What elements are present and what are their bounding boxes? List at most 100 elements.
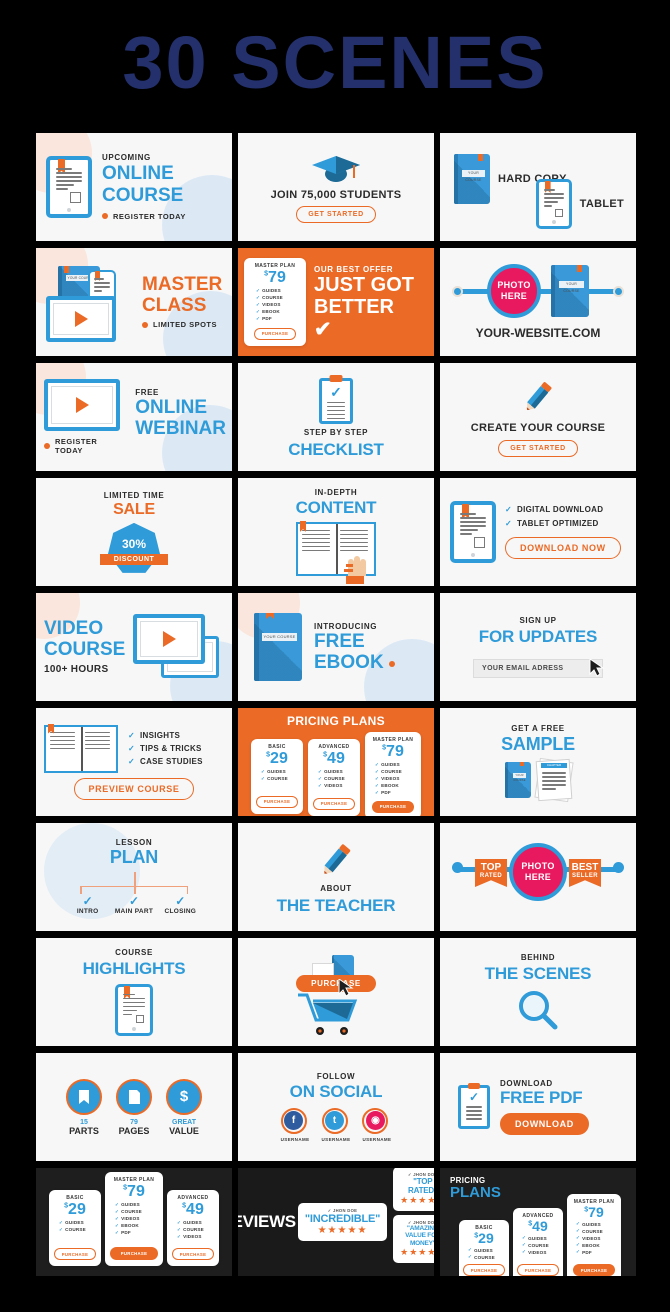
scene-sign-up-for-updates[interactable]: SIGN UP FOR UPDATES YOUR EMAIL ADRESS	[440, 593, 636, 701]
scene-get-a-free-sample[interactable]: GET A FREE SAMPLE YOUR COURSE CHAPTER	[440, 708, 636, 816]
scene-create-your-course[interactable]: CREATE YOUR COURSE GET STARTED	[440, 363, 636, 471]
scene-course-benefits[interactable]: ✓ INSIGHTS ✓ TIPS & TRICKS ✓ CASE STUDIES P…	[36, 708, 232, 816]
preview-course-button[interactable]: PREVIEW COURSE	[73, 777, 195, 800]
purchase-button[interactable]: PURCHASE	[462, 1264, 506, 1276]
social-instagram[interactable]: ◉ USERNAME	[362, 1107, 391, 1142]
scene-video-course[interactable]: VIDEO COURSE 100+ HOURS	[36, 593, 232, 701]
scene-about-the-teacher[interactable]: ABOUT THE TEACHER	[238, 823, 434, 931]
scene-reviews-dark[interactable]: REVIEWS ✓ JHON DOE "INCREDIBLE" ★★★★★ ✓ …	[238, 1168, 434, 1276]
scene-lesson-plan[interactable]: LESSON PLAN ✓ INTRO ✓ MAIN PART ✓ CLOSIN…	[36, 823, 232, 931]
scene-follow-on-social[interactable]: FOLLOW ON SOCIAL f USERNAME t USERNAME ◉…	[238, 1053, 434, 1161]
email-input[interactable]: YOUR EMAIL ADRESS	[473, 658, 603, 678]
scene-digital-download[interactable]: ✓ DIGITAL DOWNLOAD ✓ TABLET OPTIMIZED DOWN…	[440, 478, 636, 586]
title-line-1: ONLINE	[135, 396, 207, 418]
review-card-1[interactable]: ✓ JHON DOE "INCREDIBLE" ★★★★★	[297, 1203, 388, 1241]
plan-card-master[interactable]: MASTER PLAN $79 ✓ GUIDES ✓ COURSE ✓ VIDEOS …	[567, 1194, 621, 1276]
scene-hard-copy-tablet[interactable]: YOUR COURSE HARD COPY TABLET	[440, 133, 636, 241]
plan-card-basic[interactable]: BASIC $29 ✓ GUIDES ✓ COURSE PURCHASE	[459, 1220, 509, 1276]
master-plan-card[interactable]: MASTER PLAN $79 ✓ GUIDES ✓ COURSE ✓ VIDEOS …	[244, 258, 306, 346]
plan-card-advanced[interactable]: ADVANCED $49 ✓ GUIDES ✓ COURSE ✓ VIDEOS PUR…	[513, 1208, 563, 1276]
pencil-icon	[324, 843, 351, 874]
bullet-dot-icon	[102, 213, 108, 220]
scene-pricing-dark[interactable]: BASIC $29 ✓ GUIDES ✓ COURSE PURCHASE MASTE…	[36, 1168, 232, 1276]
social-facebook[interactable]: f USERNAME	[280, 1107, 310, 1142]
kicker: OUR BEST OFFER	[314, 264, 394, 274]
kicker: STEP BY STEP	[303, 427, 369, 437]
tablet-icon	[46, 156, 92, 218]
purchase-button[interactable]: PURCHASE	[371, 800, 415, 813]
scene-pricing-plans-dark[interactable]: PRICING PLANS BASIC $29 ✓ GUIDES ✓ COURSE	[440, 1168, 636, 1276]
plan-card-advanced[interactable]: ADVANCED $49 ✓ GUIDES ✓ COURSE ✓ VIDEOS PUR…	[167, 1190, 219, 1266]
scene-download-free-pdf[interactable]: ✓ DOWNLOAD FREE PDF DOWNLOAD	[440, 1053, 636, 1161]
scene-step-by-step-checklist[interactable]: ✓ STEP BY STEP CHECKLIST	[238, 363, 434, 471]
scene-limited-time-sale[interactable]: LIMITED TIME SALE 30% DISCOUNT	[36, 478, 232, 586]
purchase-button[interactable]: PURCHASE	[312, 797, 356, 810]
scene-pricing-plans-orange[interactable]: PRICING PLANS BASIC $29 ✓ GUIDES ✓ COURSE …	[238, 708, 434, 816]
plan-card-master[interactable]: MASTER PLAN $79 ✓ GUIDES ✓ COURSE ✓ VIDEOS …	[105, 1172, 163, 1266]
kicker: GET A FREE	[511, 723, 565, 733]
plan-price: $79	[264, 269, 286, 287]
review-quote: "TOP RATED"	[408, 1176, 434, 1195]
scene-behind-the-scenes[interactable]: BEHIND THE SCENES	[440, 938, 636, 1046]
feature-digital-download: ✓ DIGITAL DOWNLOAD	[505, 505, 604, 514]
pencil-icon	[526, 381, 552, 410]
title-line-1: MASTER	[142, 273, 223, 295]
scene-best-offer[interactable]: MASTER PLAN $79 ✓ GUIDES ✓ COURSE ✓ VIDEOS …	[238, 248, 434, 356]
instagram-icon[interactable]: ◉	[362, 1107, 389, 1134]
twitter-icon[interactable]: t	[321, 1107, 348, 1134]
review-card-3[interactable]: ✓ JHON DOE "AMAZING VALUE FOR MONEY" ★★★…	[393, 1214, 434, 1264]
purchase-button[interactable]: PURCHASE	[253, 327, 297, 340]
scene-free-ebook[interactable]: YOUR COURSE INTRODUCING FREE EBOOK	[238, 593, 434, 701]
stat-value: 15	[80, 1118, 88, 1126]
title-line-2: COURSE	[102, 185, 184, 206]
line-end-left-icon	[452, 862, 463, 873]
purchase-button[interactable]: PURCHASE	[255, 795, 299, 808]
facebook-icon[interactable]: f	[280, 1107, 307, 1134]
scene-join-students[interactable]: JOIN 75,000 STUDENTS GET STARTED	[238, 133, 434, 241]
dollar-icon: $	[166, 1078, 202, 1115]
get-started-button[interactable]: GET STARTED	[498, 439, 578, 457]
scene-free-online-webinar[interactable]: REGISTER TODAY FREE ONLINE WEBINAR	[36, 363, 232, 471]
benefit-case-studies: ✓ CASE STUDIES	[128, 757, 203, 766]
get-started-button[interactable]: GET STARTED	[296, 205, 376, 223]
scene-in-depth-content[interactable]: IN-DEPTH CONTENT	[238, 478, 434, 586]
scene-purchase-cart[interactable]: PURCHASE	[238, 938, 434, 1046]
social-twitter[interactable]: t USERNAME	[321, 1107, 351, 1142]
discount-percent: 30%	[108, 522, 160, 573]
purchase-button[interactable]: PURCHASE	[171, 1248, 215, 1260]
purchase-button[interactable]: PURCHASE	[53, 1248, 97, 1260]
register-today-cta[interactable]: REGISTER TODAY	[44, 437, 125, 455]
plan-card-basic[interactable]: BASIC $29 ✓ GUIDES ✓ COURSE PURCHASE	[49, 1190, 101, 1266]
scene-course-stats[interactable]: 15 PARTS 79 PAGES $ GREAT VALUE	[36, 1053, 232, 1161]
plan-card-advanced[interactable]: ADVANCED $49 ✓ GUIDES ✓ COURSE ✓ VIDEOS PUR…	[308, 739, 360, 816]
video-player-icon	[133, 614, 206, 664]
scene-course-highlights[interactable]: COURSE HIGHLIGHTS	[36, 938, 232, 1046]
download-now-button[interactable]: DOWNLOAD NOW	[505, 537, 621, 559]
plan-card-basic[interactable]: BASIC $29 ✓ GUIDES ✓ COURSE PURCHASE	[251, 739, 303, 814]
headline: CREATE YOUR COURSE	[470, 421, 606, 434]
top-rated-ribbon[interactable]: TOP RATED	[475, 859, 507, 887]
scene-master-class[interactable]: YOUR COURSE MASTER CLASS LIMITED SPOTS	[36, 248, 232, 356]
purchase-button[interactable]: PURCHASE	[109, 1247, 159, 1260]
download-button[interactable]: DOWNLOAD	[500, 1112, 589, 1135]
photo-placeholder[interactable]: PHOTO HERE	[487, 264, 541, 318]
scene-upcoming-online-course[interactable]: UPCOMING ONLINE COURSE REGISTER TODAY	[36, 133, 232, 241]
purchase-button[interactable]: PURCHASE	[296, 975, 376, 992]
purchase-button[interactable]: PURCHASE	[572, 1264, 616, 1276]
scene-top-rated-best-seller[interactable]: TOP RATED PHOTO HERE BEST SELLER	[440, 823, 636, 931]
review-card-2[interactable]: ✓ JHON DOE "TOP RATED" ★★★★★	[393, 1168, 434, 1211]
plan-card-master[interactable]: MASTER PLAN $79 ✓ GUIDES ✓ COURSE ✓ VIDEOS …	[365, 732, 421, 816]
kicker: INTRODUCING	[314, 621, 378, 631]
check-icon: ✔	[314, 317, 332, 341]
scene-website-photo[interactable]: PHOTO HERE YOUR COURSE YOUR-WEBSITE.COM	[440, 248, 636, 356]
title: FOR UPDATES	[478, 627, 598, 647]
shopping-cart-icon	[298, 993, 358, 1035]
discount-label: DISCOUNT	[100, 553, 168, 565]
limited-spots-cta[interactable]: LIMITED SPOTS	[142, 320, 222, 329]
book-label: YOUR COURSE	[462, 170, 485, 182]
register-today-cta[interactable]: REGISTER TODAY	[102, 212, 186, 221]
photo-placeholder[interactable]: PHOTO HERE	[509, 843, 567, 901]
best-seller-ribbon[interactable]: BEST SELLER	[569, 859, 601, 887]
headline: JOIN 75,000 STUDENTS	[270, 188, 402, 201]
purchase-button[interactable]: PURCHASE	[516, 1264, 560, 1276]
